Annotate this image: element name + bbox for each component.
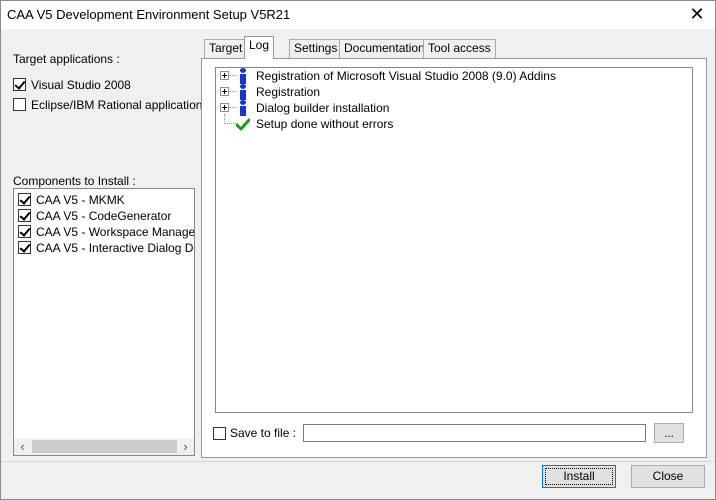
scrollbar-thumb[interactable] xyxy=(32,440,177,453)
log-entry-label: Registration xyxy=(256,85,321,99)
tab-target[interactable]: Target xyxy=(204,39,248,58)
component-mkmk-checkbox[interactable] xyxy=(18,193,31,206)
eclipse-checkbox[interactable] xyxy=(13,98,26,111)
visual-studio-2008-checkbox[interactable] xyxy=(13,78,26,91)
expand-plus-icon[interactable] xyxy=(220,71,229,80)
components-heading: Components to Install : xyxy=(13,174,136,188)
component-interactive-dialog-designer-checkbox[interactable] xyxy=(18,241,31,254)
close-button[interactable]: Close xyxy=(631,465,705,488)
component-label: CAA V5 - CodeGenerator xyxy=(36,209,172,223)
component-label: CAA V5 - Interactive Dialog Designer xyxy=(36,241,194,255)
component-label: CAA V5 - Workspace Manager xyxy=(36,225,195,239)
eclipse-label: Eclipse/IBM Rational applications xyxy=(31,98,209,112)
tab-settings[interactable]: Settings xyxy=(289,39,343,58)
target-applications-heading: Target applications : xyxy=(13,52,120,66)
info-icon xyxy=(239,84,247,100)
window-close-icon[interactable]: ✕ xyxy=(687,4,707,24)
setup-window: CAA V5 Development Environment Setup V5R… xyxy=(0,0,716,500)
save-to-file-label: Save to file : xyxy=(230,426,297,440)
tab-documentation[interactable]: Documentation xyxy=(339,39,430,58)
window-title: CAA V5 Development Environment Setup V5R… xyxy=(7,7,291,22)
tab-tool-access[interactable]: Tool access xyxy=(423,39,496,58)
expand-plus-icon[interactable] xyxy=(220,87,229,96)
install-button[interactable]: Install xyxy=(542,465,616,488)
save-to-file-checkbox[interactable] xyxy=(213,427,226,440)
tab-log[interactable]: Log xyxy=(244,36,275,59)
browse-button[interactable]: ... xyxy=(654,423,684,443)
close-button-label: Close xyxy=(652,469,684,483)
visual-studio-2008-label: Visual Studio 2008 xyxy=(31,78,131,92)
log-tree[interactable]: Registration of Microsoft Visual Studio … xyxy=(215,67,693,413)
scroll-right-icon[interactable]: › xyxy=(177,438,194,455)
log-entry-label: Dialog builder installation xyxy=(256,101,390,115)
component-label: CAA V5 - MKMK xyxy=(36,193,125,207)
horizontal-scrollbar[interactable]: ‹ › xyxy=(14,438,194,455)
divider xyxy=(1,461,715,462)
info-icon xyxy=(239,100,247,116)
components-list[interactable]: CAA V5 - MKMK CAA V5 - CodeGenerator CAA… xyxy=(13,188,195,456)
log-entry-label: Setup done without errors xyxy=(256,117,394,131)
checkmark-icon xyxy=(236,118,250,131)
info-icon xyxy=(239,68,247,84)
log-tab-panel: Registration of Microsoft Visual Studio … xyxy=(201,58,707,458)
log-entry-label: Registration of Microsoft Visual Studio … xyxy=(256,69,556,83)
component-workspace-manager-checkbox[interactable] xyxy=(18,225,31,238)
expand-plus-icon[interactable] xyxy=(220,103,229,112)
scroll-left-icon[interactable]: ‹ xyxy=(14,438,31,455)
title-bar[interactable]: CAA V5 Development Environment Setup V5R… xyxy=(1,1,715,29)
save-to-file-input[interactable] xyxy=(303,424,646,442)
component-codegenerator-checkbox[interactable] xyxy=(18,209,31,222)
